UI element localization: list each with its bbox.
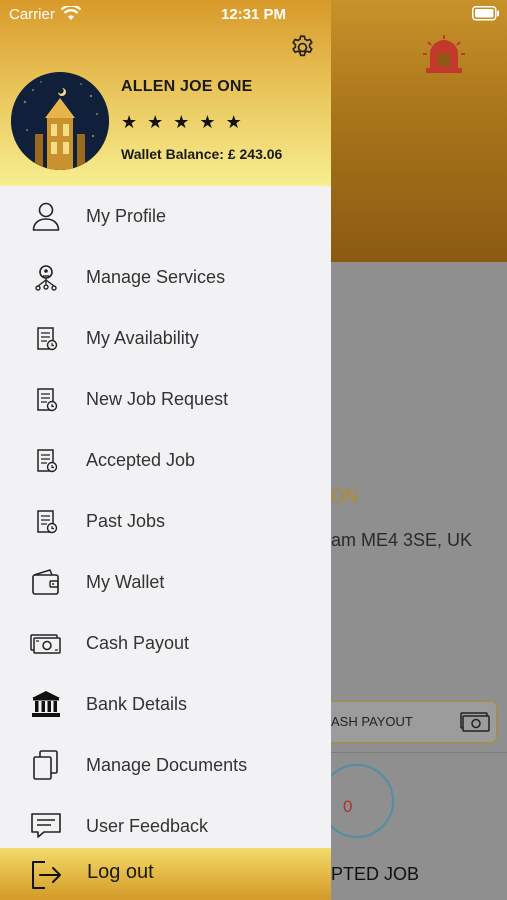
side-drawer: ALLEN JOE ONE ★ ★ ★ ★ ★ Wallet Balance: … [0, 0, 331, 900]
star-icon: ★ [199, 112, 216, 132]
menu-item-new-job-request[interactable]: New Job Request [0, 369, 331, 430]
menu-label: Cash Payout [86, 633, 190, 653]
menu-item-bank-details[interactable]: Bank Details [0, 674, 331, 735]
menu-label: Accepted Job [86, 450, 196, 470]
menu-item-manage-services[interactable]: Manage Services [0, 247, 331, 308]
gear-icon[interactable] [289, 34, 316, 61]
menu-item-manage-documents[interactable]: Manage Documents [0, 735, 331, 796]
cash-icon [460, 712, 490, 732]
avatar-image [11, 72, 109, 170]
menu-item-my-availability[interactable]: My Availability [0, 308, 331, 369]
accepted-count: 0 [343, 797, 353, 816]
menu-item-my-wallet[interactable]: My Wallet [0, 552, 331, 613]
cash-payout-label: ASH PAYOUT [331, 714, 413, 729]
bank-icon [32, 691, 60, 717]
menu-item-past-jobs[interactable]: Past Jobs [0, 491, 331, 552]
menu-label: My Wallet [86, 572, 165, 592]
logout-button[interactable]: Log out [0, 848, 331, 900]
status-bar: Carrier 12:31 PM [0, 0, 507, 30]
battery-icon [472, 6, 499, 21]
logout-label: Log out [87, 861, 154, 883]
background-address: am ME4 3SE, UK [331, 530, 473, 550]
menu-label: New Job Request [86, 389, 229, 409]
menu-item-accepted-job[interactable]: Accepted Job [0, 430, 331, 491]
menu-item-cash-payout[interactable]: Cash Payout [0, 613, 331, 674]
wallet-balance: Wallet Balance: £ 243.06 [121, 146, 283, 162]
clock: 12:31 PM [221, 6, 287, 23]
menu-item-my-profile[interactable]: My Profile [0, 186, 331, 247]
star-icon: ★ [147, 112, 164, 132]
user-name: ALLEN JOE ONE [121, 78, 253, 95]
wifi-icon [61, 6, 81, 20]
avatar[interactable] [11, 72, 109, 170]
documents-icon [33, 750, 58, 780]
background-divider [331, 752, 507, 753]
alarm-icon[interactable] [422, 34, 466, 74]
services-icon [35, 265, 57, 291]
star-icon: ★ [173, 112, 190, 132]
menu-label: My Availability [86, 328, 199, 348]
accepted-job-icon [37, 449, 58, 473]
menu-label: Past Jobs [86, 511, 166, 531]
past-jobs-icon [37, 510, 58, 534]
cash-icon [30, 634, 61, 654]
menu-label: Manage Services [86, 267, 226, 287]
menu-label: Bank Details [86, 694, 188, 714]
star-icon: ★ [121, 112, 138, 132]
wallet-icon [32, 569, 59, 595]
availability-icon [37, 327, 58, 351]
accepted-count-circle [320, 764, 394, 838]
logout-icon [32, 861, 61, 889]
rating-stars: ★ ★ ★ ★ ★ [121, 112, 242, 132]
job-request-icon [37, 388, 58, 412]
menu-label: Manage Documents [86, 755, 248, 775]
star-icon: ★ [225, 112, 242, 132]
feedback-icon [31, 813, 61, 838]
user-icon [32, 202, 60, 231]
menu-label: My Profile [86, 206, 167, 226]
accepted-job-label: PTED JOB [331, 864, 420, 884]
carrier-label: Carrier [9, 6, 55, 23]
menu-label: User Feedback [86, 816, 209, 836]
background-heading: ON [331, 486, 358, 506]
